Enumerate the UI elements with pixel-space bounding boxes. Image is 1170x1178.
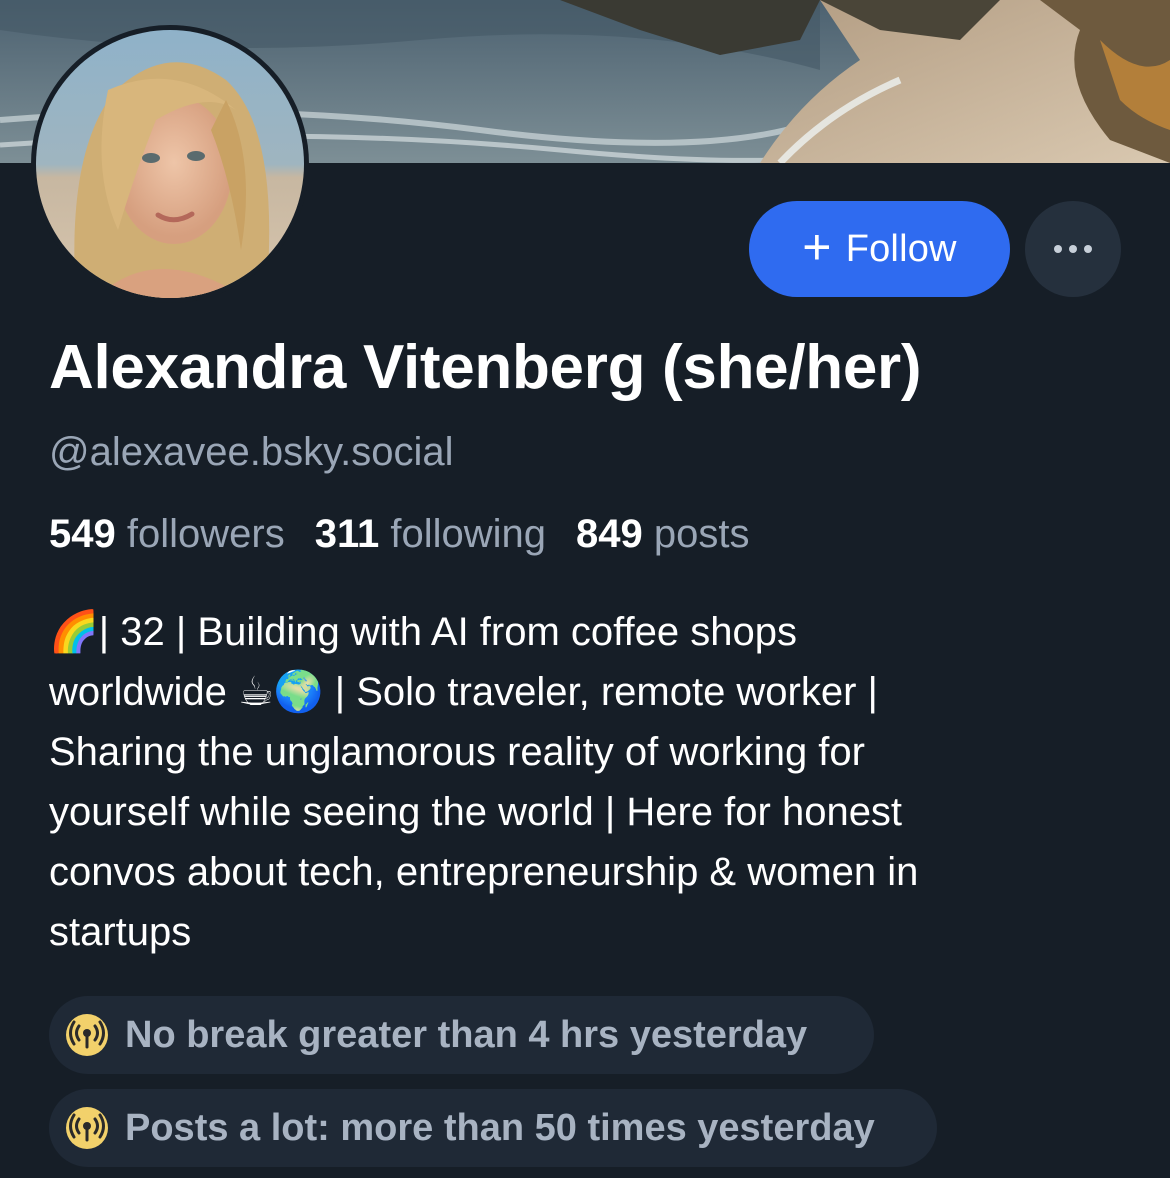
plus-icon: + bbox=[802, 219, 832, 275]
bio-line: 🌈| 32 | Building with AI from coffee sho… bbox=[49, 610, 798, 654]
profile-bio: 🌈| 32 | Building with AI from coffee sho… bbox=[49, 602, 1129, 962]
profile-label-pill[interactable]: No break greater than 4 hrs yesterday bbox=[49, 996, 874, 1074]
broadcast-icon bbox=[63, 1104, 111, 1152]
bio-line: convos about tech, entrepreneurship & wo… bbox=[49, 850, 919, 894]
followers-stat[interactable]: 549 followers bbox=[49, 512, 285, 557]
profile-stats: 549 followers 311 following 849 posts bbox=[49, 512, 750, 557]
posts-count: 849 bbox=[576, 512, 643, 556]
profile-label-pill[interactable]: Posts a lot: more than 50 times yesterda… bbox=[49, 1089, 937, 1167]
follow-button[interactable]: + Follow bbox=[749, 201, 1010, 297]
bio-line: Sharing the unglamorous reality of worki… bbox=[49, 730, 865, 774]
bio-line: yourself while seeing the world | Here f… bbox=[49, 790, 903, 834]
bio-line: startups bbox=[49, 910, 192, 954]
broadcast-icon bbox=[63, 1011, 111, 1059]
avatar[interactable] bbox=[31, 25, 309, 303]
posts-stat: 849 posts bbox=[576, 512, 749, 557]
following-label: following bbox=[390, 512, 547, 556]
following-stat[interactable]: 311 following bbox=[315, 512, 546, 557]
bio-line: worldwide ☕🌍 | Solo traveler, remote wor… bbox=[49, 670, 878, 714]
followers-label: followers bbox=[126, 512, 285, 556]
ellipsis-icon bbox=[1054, 245, 1092, 253]
follow-label: Follow bbox=[845, 227, 957, 270]
followers-count: 549 bbox=[49, 512, 116, 556]
profile-handle[interactable]: @alexavee.bsky.social bbox=[49, 430, 454, 475]
profile-photo bbox=[36, 30, 304, 298]
more-options-button[interactable] bbox=[1025, 201, 1121, 297]
profile-label-text: Posts a lot: more than 50 times yesterda… bbox=[125, 1106, 875, 1149]
following-count: 311 bbox=[314, 512, 380, 556]
profile-label-text: No break greater than 4 hrs yesterday bbox=[125, 1013, 808, 1056]
posts-label: posts bbox=[653, 512, 750, 556]
display-name: Alexandra Vitenberg (she/her) bbox=[49, 333, 922, 402]
